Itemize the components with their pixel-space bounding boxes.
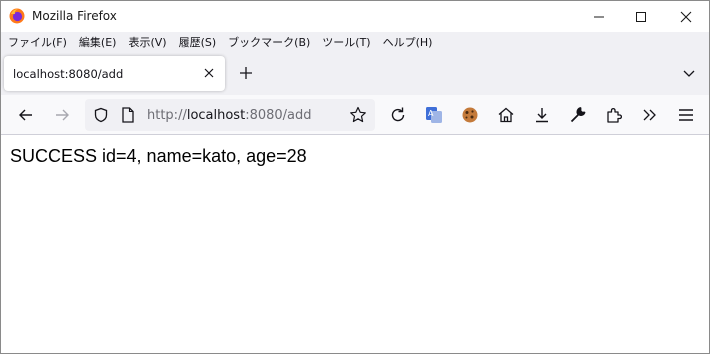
window-title: Mozilla Firefox xyxy=(32,9,117,23)
maximize-icon xyxy=(636,11,646,22)
menu-file[interactable]: ファイル(F) xyxy=(8,34,67,50)
reload-icon xyxy=(391,107,405,122)
tab-bar: localhost:8080/add xyxy=(1,52,709,95)
menu-bar: ファイル(F) 編集(E) 表示(V) 履歴(S) ブックマーク(B) ツール(… xyxy=(1,32,709,52)
tab-label: localhost:8080/add xyxy=(13,67,124,81)
bookmark-star-icon[interactable] xyxy=(349,106,367,124)
url-bar[interactable]: http://localhost:8080/add xyxy=(85,99,375,131)
firefox-icon xyxy=(9,8,25,24)
tab-active[interactable]: localhost:8080/add xyxy=(4,56,225,91)
menu-tools[interactable]: ツール(T) xyxy=(322,34,370,50)
back-button[interactable] xyxy=(17,106,35,124)
overflow-button[interactable] xyxy=(641,106,659,124)
close-window-button[interactable] xyxy=(663,1,709,32)
menu-bookmarks[interactable]: ブックマーク(B) xyxy=(228,34,310,50)
page-content: SUCCESS id=4, name=kato, age=28 xyxy=(1,136,709,353)
wrench-icon xyxy=(570,107,586,123)
download-icon xyxy=(536,108,548,123)
url-text[interactable]: http://localhost:8080/add xyxy=(147,108,312,123)
reload-button[interactable] xyxy=(389,106,407,124)
menu-edit[interactable]: 編集(E) xyxy=(79,34,117,50)
new-tab-icon[interactable] xyxy=(238,65,254,81)
cookie-icon xyxy=(462,107,478,123)
menu-icon xyxy=(679,109,693,121)
maximize-button[interactable] xyxy=(618,1,664,32)
menu-view[interactable]: 表示(V) xyxy=(128,34,166,50)
extensions-icon xyxy=(607,108,622,123)
back-icon xyxy=(19,109,32,121)
translate-button[interactable]: A xyxy=(425,106,443,124)
cookie-button[interactable] xyxy=(461,106,479,124)
menu-help[interactable]: ヘルプ(H) xyxy=(383,34,433,50)
url-scheme: http:// xyxy=(147,108,187,123)
app-menu-button[interactable] xyxy=(677,106,695,124)
browser-window: Mozilla Firefox ファイル(F) 編集(E) 表示(V) 履歴(S… xyxy=(0,0,710,354)
overflow-icon xyxy=(643,109,656,121)
chevron-down-icon[interactable] xyxy=(682,66,696,80)
translate-icon: A xyxy=(426,107,442,123)
url-rest: :8080/add xyxy=(245,108,312,123)
extensions-button[interactable] xyxy=(605,106,623,124)
shield-icon[interactable] xyxy=(93,107,109,123)
url-host: localhost xyxy=(186,108,246,123)
forward-icon xyxy=(56,109,69,121)
forward-button[interactable] xyxy=(53,106,71,124)
svg-text:A: A xyxy=(428,109,434,118)
tab-close-icon[interactable] xyxy=(202,66,216,80)
minimize-icon xyxy=(594,16,604,17)
home-button[interactable] xyxy=(497,106,515,124)
minimize-button[interactable] xyxy=(576,1,622,32)
close-icon xyxy=(680,11,692,22)
downloads-button[interactable] xyxy=(533,106,551,124)
title-bar: Mozilla Firefox xyxy=(1,1,709,32)
navigation-bar: http://localhost:8080/add A xyxy=(1,95,709,135)
tools-button[interactable] xyxy=(569,106,587,124)
result-message: SUCCESS id=4, name=kato, age=28 xyxy=(10,146,307,166)
menu-history[interactable]: 履歴(S) xyxy=(179,34,217,50)
page-icon[interactable] xyxy=(121,107,135,123)
home-icon xyxy=(498,107,514,123)
